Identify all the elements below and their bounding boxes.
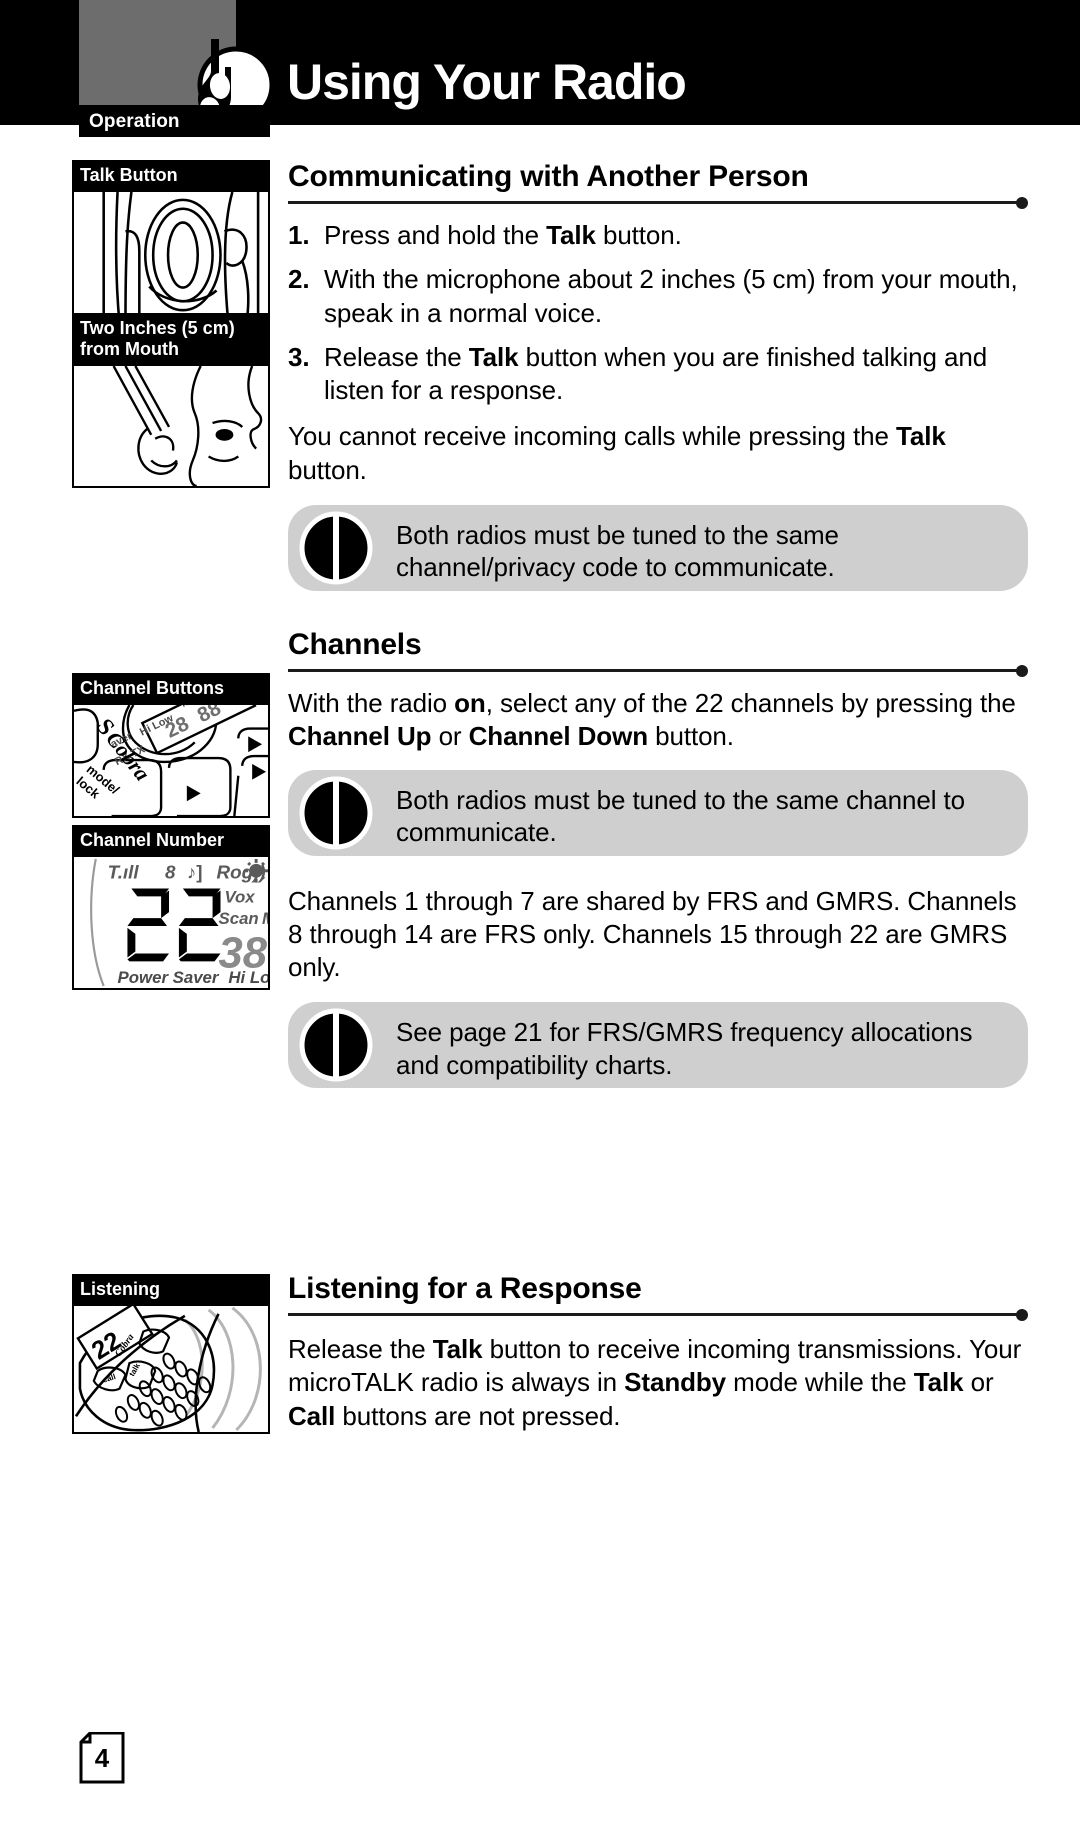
step-number: 3. xyxy=(288,341,310,372)
step-number: 1. xyxy=(288,220,310,250)
figure-caption: Two Inches (5 cm) from Mouth xyxy=(72,313,270,367)
figure-channel-number: Channel Number T.ıll 8 ♪] Rog)) Vox Scan… xyxy=(72,825,270,991)
svg-text:8: 8 xyxy=(165,862,176,883)
figure-two-inches-from-mouth: Two Inches (5 cm) from Mouth xyxy=(72,313,270,489)
section-heading: Communicating with Another Person xyxy=(288,160,809,193)
section-paragraph: You cannot receive incoming calls while … xyxy=(288,421,946,485)
heading-rule-dot xyxy=(1016,665,1028,677)
callout-text: See page 21 for FRS/GMRS frequency alloc… xyxy=(396,1017,973,1080)
callout-text: Both radios must be tuned to the same ch… xyxy=(396,519,839,583)
page-number-badge: 4 xyxy=(78,1732,126,1784)
heading-rule-line xyxy=(288,201,1018,204)
callout-note-2: See page 21 for FRS/GMRS frequency alloc… xyxy=(288,1002,1028,1097)
section-heading: Listening for a Response xyxy=(288,1272,642,1305)
svg-text:Power Saver: Power Saver xyxy=(118,968,220,987)
step-text: With the microphone about 2 inches (5 cm… xyxy=(324,264,1018,328)
list-item: 1. Press and hold the Talk button. xyxy=(288,219,1028,252)
list-item: 3. Release the Talk button when you are … xyxy=(288,341,1028,408)
radio-lcd-channel-number-photo-icon: T.ıll 8 ♪] Rog)) Vox Scan 38 Power Saver… xyxy=(72,857,270,991)
figure-caption: Channel Number xyxy=(72,825,270,858)
section-paragraph: Release the Talk button to receive incom… xyxy=(288,1334,1022,1431)
svg-text:Vox: Vox xyxy=(224,888,255,907)
svg-text:Hi Low: Hi Low xyxy=(228,968,268,987)
figure-caption: Channel Buttons xyxy=(72,673,270,706)
heading-rule xyxy=(288,665,1028,677)
step-text: Release the Talk button when you are fin… xyxy=(324,341,988,406)
step-text: Press and hold the Talk button. xyxy=(324,220,682,250)
radio-talk-button-photo-icon xyxy=(72,192,270,327)
section-paragraph-2: Channels 1 through 7 are shared by FRS a… xyxy=(288,885,1017,983)
callout-note: Both radios must be tuned to the same ch… xyxy=(288,504,1028,600)
svg-text:T.ıll: T.ıll xyxy=(108,862,140,883)
callout-text: Both radios must be tuned to the same ch… xyxy=(396,784,966,848)
section-tab-operation: Operation xyxy=(79,105,270,137)
radio-speaker-listening-photo-icon: 22 call talk Cobra xyxy=(72,1306,270,1435)
figure-caption: Talk Button xyxy=(72,160,270,193)
section-heading: Channels xyxy=(288,628,422,661)
section-paragraph: With the radio on, select any of the 22 … xyxy=(288,688,1016,752)
figure-caption: Listening xyxy=(72,1274,270,1307)
svg-text:Me: Me xyxy=(262,909,268,928)
radio-channel-buttons-photo-icon: 28 88 aver Hi Low RX TX Mem Cobra S mode… xyxy=(72,705,270,819)
heading-rule xyxy=(288,197,1028,209)
section-listening: Listening for a Response Release the Tal… xyxy=(288,1272,1028,1433)
page-title: Using Your Radio xyxy=(287,54,687,110)
figure-listening: Listening 22 call talk Cobra xyxy=(72,1274,270,1435)
page-number: 4 xyxy=(94,1742,110,1773)
step-number: 2. xyxy=(288,264,310,295)
radio-near-mouth-photo-icon xyxy=(72,366,270,489)
section-channels: Channels With the radio on, select any o… xyxy=(288,628,1028,1097)
heading-rule-dot xyxy=(1016,197,1028,209)
heading-rule-line xyxy=(288,669,1018,672)
callout-note: Both radios must be tuned to the same ch… xyxy=(288,769,1028,865)
heading-rule-dot xyxy=(1016,1309,1028,1321)
svg-text:Scan: Scan xyxy=(219,909,259,928)
list-item: 2. With the microphone about 2 inches (5… xyxy=(288,263,1028,330)
section-communicating: Communicating with Another Person 1. Pre… xyxy=(288,160,1028,600)
section-tab-label: Operation xyxy=(89,111,180,132)
heading-rule xyxy=(288,1309,1028,1321)
heading-rule-line xyxy=(288,1313,1018,1316)
figure-channel-buttons: Channel Buttons 28 88 aver Hi Low RX TX … xyxy=(72,673,270,819)
figure-talk-button: Talk Button xyxy=(72,160,270,327)
svg-text:♪]: ♪] xyxy=(187,862,203,883)
